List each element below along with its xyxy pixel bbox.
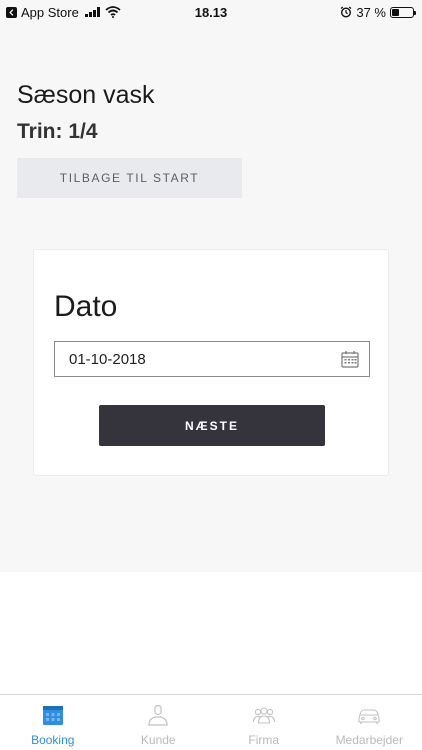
back-chevron-icon bbox=[6, 6, 17, 18]
tab-label: Firma bbox=[248, 733, 280, 747]
group-icon bbox=[252, 707, 275, 724]
calendar-icon[interactable] bbox=[341, 350, 359, 368]
next-button[interactable]: NÆSTE bbox=[99, 405, 325, 446]
status-bar: App Store 18.13 37 % bbox=[0, 0, 422, 24]
tab-kunde[interactable]: Kunde bbox=[106, 695, 212, 750]
tab-label: Booking bbox=[31, 733, 75, 747]
back-label: App Store bbox=[21, 4, 79, 20]
date-input[interactable]: 01-10-2018 bbox=[54, 341, 370, 377]
wifi-icon bbox=[105, 6, 121, 18]
back-to-start-button[interactable]: TILBAGE TIL START bbox=[17, 158, 242, 198]
date-value: 01-10-2018 bbox=[69, 350, 146, 368]
back-to-app-store[interactable]: App Store bbox=[0, 5, 121, 20]
person-icon bbox=[148, 704, 168, 726]
step-indicator: Trin: 1/4 bbox=[17, 120, 98, 143]
tab-firma[interactable]: Firma bbox=[211, 695, 317, 750]
tab-label: Kunde bbox=[140, 733, 176, 747]
battery-icon bbox=[390, 6, 416, 18]
tab-booking[interactable]: Booking bbox=[0, 695, 106, 750]
tab-label: Medarbejder bbox=[335, 733, 403, 747]
tab-medarbejder[interactable]: Medarbejder bbox=[317, 695, 422, 750]
battery-percent: 37 % bbox=[356, 4, 386, 20]
date-card: Dato 01-10-2018 NÆSTE bbox=[33, 249, 389, 476]
page-title: Sæson vask bbox=[17, 81, 155, 109]
car-icon bbox=[358, 709, 380, 724]
alarm-clock-icon bbox=[340, 6, 352, 18]
cellular-signal-icon bbox=[84, 7, 100, 17]
main-content: Sæson vask Trin: 1/4 TILBAGE TIL START D… bbox=[0, 24, 422, 572]
tab-bar: Booking Kunde Firma Medarbejder bbox=[0, 694, 422, 750]
card-title: Dato bbox=[54, 290, 118, 323]
calendar-icon bbox=[42, 706, 63, 725]
battery-fill bbox=[392, 8, 400, 16]
